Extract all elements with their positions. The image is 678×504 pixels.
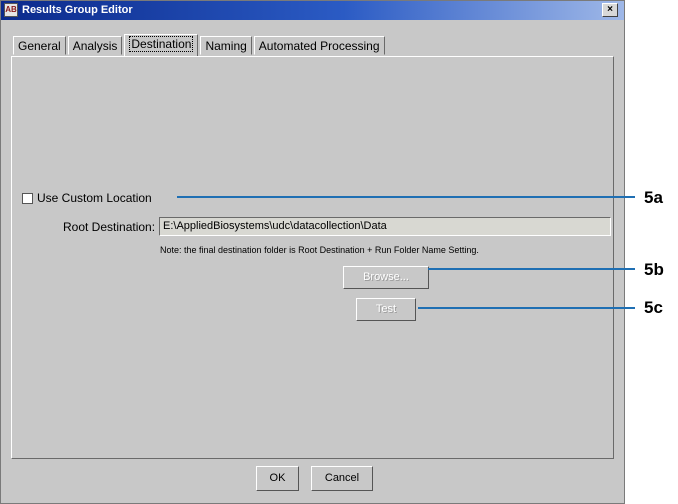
title-bar[interactable]: AB Results Group Editor × [1,1,624,20]
close-button[interactable]: × [602,3,618,17]
use-custom-location-label[interactable]: Use Custom Location [37,191,152,205]
tab-general[interactable]: General [13,36,66,55]
tab-naming-label: Naming [205,39,247,53]
tab-automated-processing[interactable]: Automated Processing [253,36,385,55]
tab-automated-processing-label: Automated Processing [258,39,380,53]
callout-label-5c: 5c [644,298,663,317]
tab-destination[interactable]: Destination [124,34,199,56]
tab-naming[interactable]: Naming [200,36,252,55]
callout-line-5c [418,307,635,309]
tab-analysis[interactable]: Analysis [67,36,123,55]
browse-button[interactable]: Browse... [343,266,429,289]
results-group-editor-window: AB Results Group Editor × General Analys… [0,0,625,504]
destination-panel [11,56,614,459]
window-title: Results Group Editor [22,4,133,16]
tab-strip: General Analysis Destination Naming Auto… [13,34,387,56]
app-icon: AB [4,3,18,17]
callout-line-5a [177,196,635,198]
callout-label-5a: 5a [644,188,663,207]
callout-line-5b [428,268,635,270]
tab-analysis-label: Analysis [72,39,118,53]
destination-note: Note: the final destination folder is Ro… [160,245,479,255]
tab-general-label: General [18,39,61,53]
tab-destination-label: Destination [129,36,194,52]
cancel-button[interactable]: Cancel [311,466,373,491]
root-destination-field[interactable]: E:\AppliedBiosystems\udc\datacollection\… [159,217,611,236]
test-button[interactable]: Test [356,298,416,321]
root-destination-label: Root Destination: [63,220,156,234]
callout-label-5b: 5b [644,260,664,279]
use-custom-location-checkbox[interactable] [22,193,33,204]
ok-button[interactable]: OK [256,466,299,491]
